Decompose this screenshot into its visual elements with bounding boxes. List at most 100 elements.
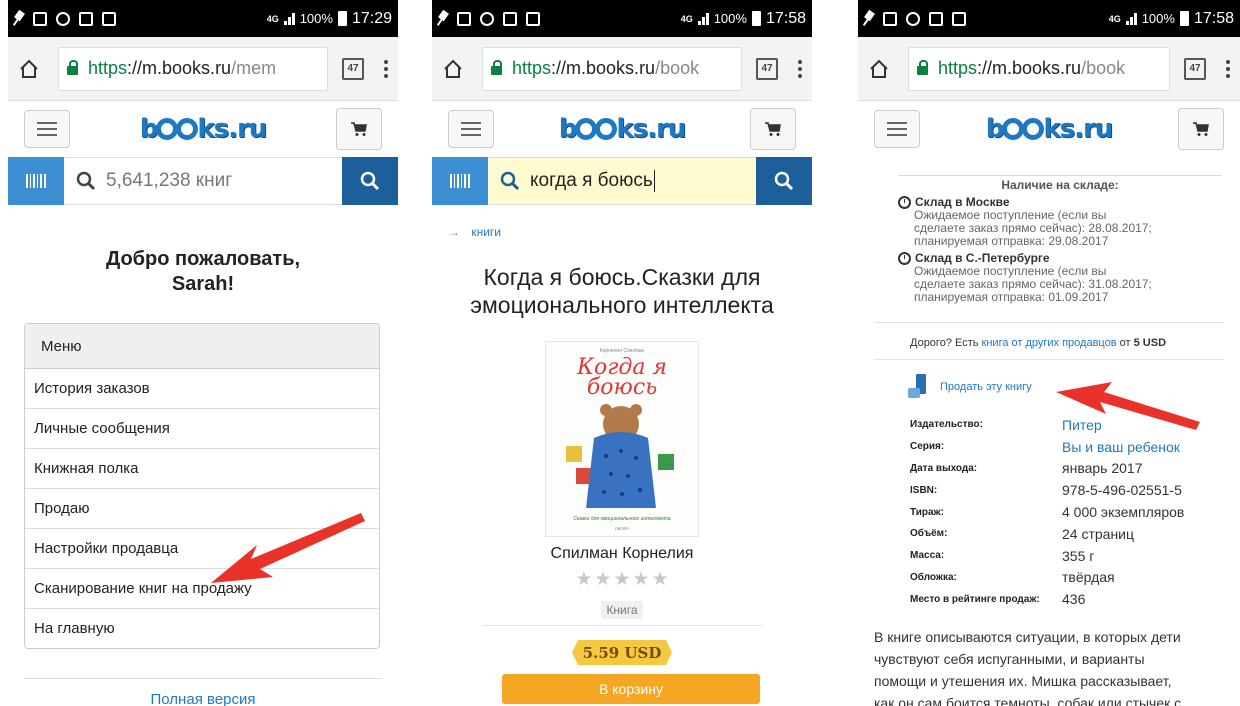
battery-icon (1179, 11, 1189, 26)
spec-row: Тираж: 4 000 экземпляров (910, 504, 1185, 521)
cart-button[interactable] (749, 108, 796, 150)
status-bar: 4G 100% 17:29 (8, 0, 398, 37)
search-icon (774, 171, 794, 191)
url-path: /book (1081, 58, 1126, 78)
book-type-badge: Книга (432, 601, 812, 619)
teddy-bear-illustration (566, 404, 674, 508)
pin-icon (438, 11, 448, 27)
barcode-icon (26, 174, 46, 188)
url-host: ://m.books.ru (551, 58, 656, 78)
add-to-cart-button[interactable]: В корзину (502, 674, 760, 704)
cart-icon (764, 122, 781, 136)
sell-book-icon (908, 374, 928, 400)
url-scheme: https (88, 58, 128, 78)
site-logo[interactable]: b ks.ru (140, 114, 268, 144)
publisher-link[interactable]: Питер (1062, 417, 1102, 433)
status-bar: 4G 100% 17:58 (858, 0, 1240, 37)
tabs-count-button[interactable]: 47 (756, 57, 778, 80)
signal-icon (697, 12, 709, 25)
menu-item-order-history[interactable]: История заказов (25, 369, 379, 409)
search-submit-button[interactable] (342, 157, 398, 205)
clock: 17:58 (765, 9, 806, 27)
phone-screen-book-details: 4G 100% 17:58 https ://m.books.ru /book … (858, 0, 1240, 706)
welcome-heading: Добро пожаловать, Sarah! (105, 248, 301, 295)
signal-icon (1125, 12, 1137, 25)
stock-title: Наличие на складе: (898, 175, 1222, 192)
full-version-link[interactable]: Полная версия (24, 678, 382, 706)
breadcrumb-books-link[interactable]: книги (471, 225, 501, 239)
skype-icon (503, 11, 517, 26)
other-sellers-link[interactable]: книга от других продавцов (982, 337, 1117, 349)
tabs-count-button[interactable]: 47 (1184, 57, 1206, 80)
site-logo[interactable]: b ks.ru (986, 114, 1114, 144)
wifi-icon (906, 11, 920, 26)
cart-button[interactable] (1177, 108, 1224, 150)
menu-item-bookshelf[interactable]: Книжная полка (25, 449, 379, 489)
cart-icon (350, 122, 367, 136)
series-link[interactable]: Вы и ваш ребенок (1062, 439, 1180, 455)
cart-button[interactable] (335, 108, 382, 150)
url-path: /book (655, 58, 700, 78)
search-placeholder: 5,641,238 книг (106, 170, 233, 191)
address-bar[interactable]: https ://m.books.ru /book (482, 46, 742, 91)
network-type: 4G (266, 13, 279, 24)
home-icon[interactable] (868, 58, 890, 80)
skype-icon (929, 11, 943, 26)
star-icon: ★ (632, 569, 650, 590)
site-logo[interactable]: b ks.ru (559, 114, 687, 144)
menu-item-messages[interactable]: Личные сообщения (25, 409, 379, 449)
search-input[interactable]: 5,641,238 книг (64, 157, 342, 205)
signal-icon (283, 12, 295, 25)
other-sellers-note: Дорого? Есть книга от других продавцов о… (910, 337, 1167, 349)
clock: 17:29 (351, 9, 392, 27)
more-menu-icon[interactable] (798, 59, 802, 78)
more-menu-icon[interactable] (1226, 59, 1230, 78)
network-type: 4G (1108, 13, 1121, 24)
lock-icon (491, 60, 502, 75)
network-type: 4G (680, 13, 693, 24)
browser-toolbar: https ://m.books.ru /mem 47 (8, 37, 398, 101)
warehouse-spb: Склад в С.-Петербурге Ожидаемое поступле… (898, 252, 1222, 304)
site-header: b ks.ru (858, 101, 1240, 157)
clock: 17:58 (1193, 9, 1234, 27)
search-value: когда я боюсь (530, 170, 653, 191)
menu-item-seller-settings[interactable]: Настройки продавца (25, 529, 379, 569)
skype-icon (79, 11, 93, 26)
menu-item-scan-books[interactable]: Сканирование книг на продажу (25, 569, 379, 609)
book-cover[interactable]: Корнелия Спилман Когда я боюсь Сказки дл… (545, 341, 699, 537)
spec-row: Издательство: Питер (910, 416, 1102, 433)
search-submit-button[interactable] (756, 157, 812, 205)
gallery-icon (457, 11, 471, 26)
url-path: /mem (231, 58, 277, 78)
gallery-icon (33, 11, 47, 26)
spec-row: Дата выхода: январь 2017 (910, 460, 1143, 477)
sell-book-link[interactable]: Продать эту книгу (940, 381, 1032, 393)
sell-book-row[interactable]: Продать эту книгу (908, 374, 1240, 400)
browser-toolbar: https ://m.books.ru /book 47 (432, 37, 812, 101)
address-bar[interactable]: https ://m.books.ru /mem (58, 46, 328, 91)
url-host: ://m.books.ru (127, 58, 232, 78)
search-icon (500, 171, 520, 191)
tabs-count-button[interactable]: 47 (342, 57, 364, 80)
menu-item-home[interactable]: На главную (25, 609, 379, 648)
home-icon[interactable] (442, 58, 464, 80)
hamburger-menu-button[interactable] (24, 110, 70, 148)
barcode-scan-button[interactable] (432, 157, 488, 205)
menu-item-selling[interactable]: Продаю (25, 489, 379, 529)
book-description: В книге описываются ситуации, в которых … (874, 629, 1182, 706)
price-tag: 5.59 USD (572, 640, 672, 665)
search-bar: когда я боюсь (432, 157, 812, 205)
hamburger-menu-button[interactable] (448, 110, 494, 148)
more-menu-icon[interactable] (384, 59, 388, 78)
search-input[interactable]: когда я боюсь (488, 157, 756, 205)
hamburger-menu-button[interactable] (874, 110, 920, 148)
book-author[interactable]: Спилман Корнелия (432, 545, 812, 563)
phone-screen-menu: 4G 100% 17:29 https ://m.books.ru /mem 4… (8, 0, 398, 706)
cart-icon (1192, 122, 1209, 136)
spec-row: Объём: 24 страниц (910, 525, 1135, 542)
home-icon[interactable] (18, 58, 40, 80)
rating-stars[interactable]: ★ ★ ★ ★ ★ (432, 568, 812, 591)
address-bar[interactable]: https ://m.books.ru /book (908, 46, 1170, 91)
barcode-scan-button[interactable] (8, 157, 64, 205)
battery-percent: 100% (299, 11, 333, 26)
